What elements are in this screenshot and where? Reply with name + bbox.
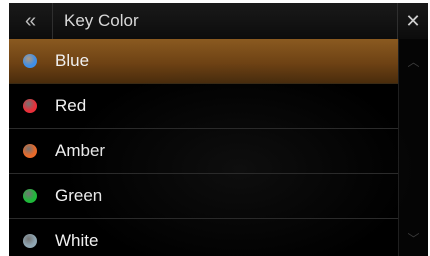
color-list: Blue Red Amber Green White	[9, 39, 399, 256]
list-item-label: Red	[55, 96, 87, 115]
key-color-screen: « Key Color ✕ Blue Red Amber Green White	[9, 3, 428, 256]
red-color-dot-icon	[23, 99, 37, 113]
header-bar: « Key Color ✕	[9, 3, 428, 40]
page-title: Key Color	[64, 11, 139, 30]
green-color-dot-icon	[23, 189, 37, 203]
blue-color-dot-icon	[23, 54, 37, 68]
scrollbar[interactable]: ︿ ﹀	[398, 39, 428, 256]
back-button[interactable]: «	[9, 3, 53, 39]
list-item-label: Amber	[55, 141, 106, 160]
list-item-red[interactable]: Red	[9, 84, 399, 129]
white-color-dot-icon	[23, 234, 37, 248]
list-item-blue[interactable]: Blue	[9, 39, 399, 84]
list-item-label: White	[55, 231, 99, 250]
scroll-down-button[interactable]: ﹀	[399, 224, 428, 252]
double-chevron-left-icon: «	[24, 9, 37, 32]
close-button[interactable]: ✕	[397, 3, 428, 39]
list-item-white[interactable]: White	[9, 219, 399, 256]
list-item-label: Green	[55, 186, 103, 205]
scroll-up-button[interactable]: ︿	[399, 47, 428, 75]
list-item-amber[interactable]: Amber	[9, 129, 399, 174]
list-item-label: Blue	[55, 51, 90, 70]
close-icon: ✕	[405, 10, 421, 31]
amber-color-dot-icon	[23, 144, 37, 158]
list-item-green[interactable]: Green	[9, 174, 399, 219]
chevron-down-icon: ﹀	[407, 231, 420, 246]
chevron-up-icon: ︿	[407, 54, 420, 69]
